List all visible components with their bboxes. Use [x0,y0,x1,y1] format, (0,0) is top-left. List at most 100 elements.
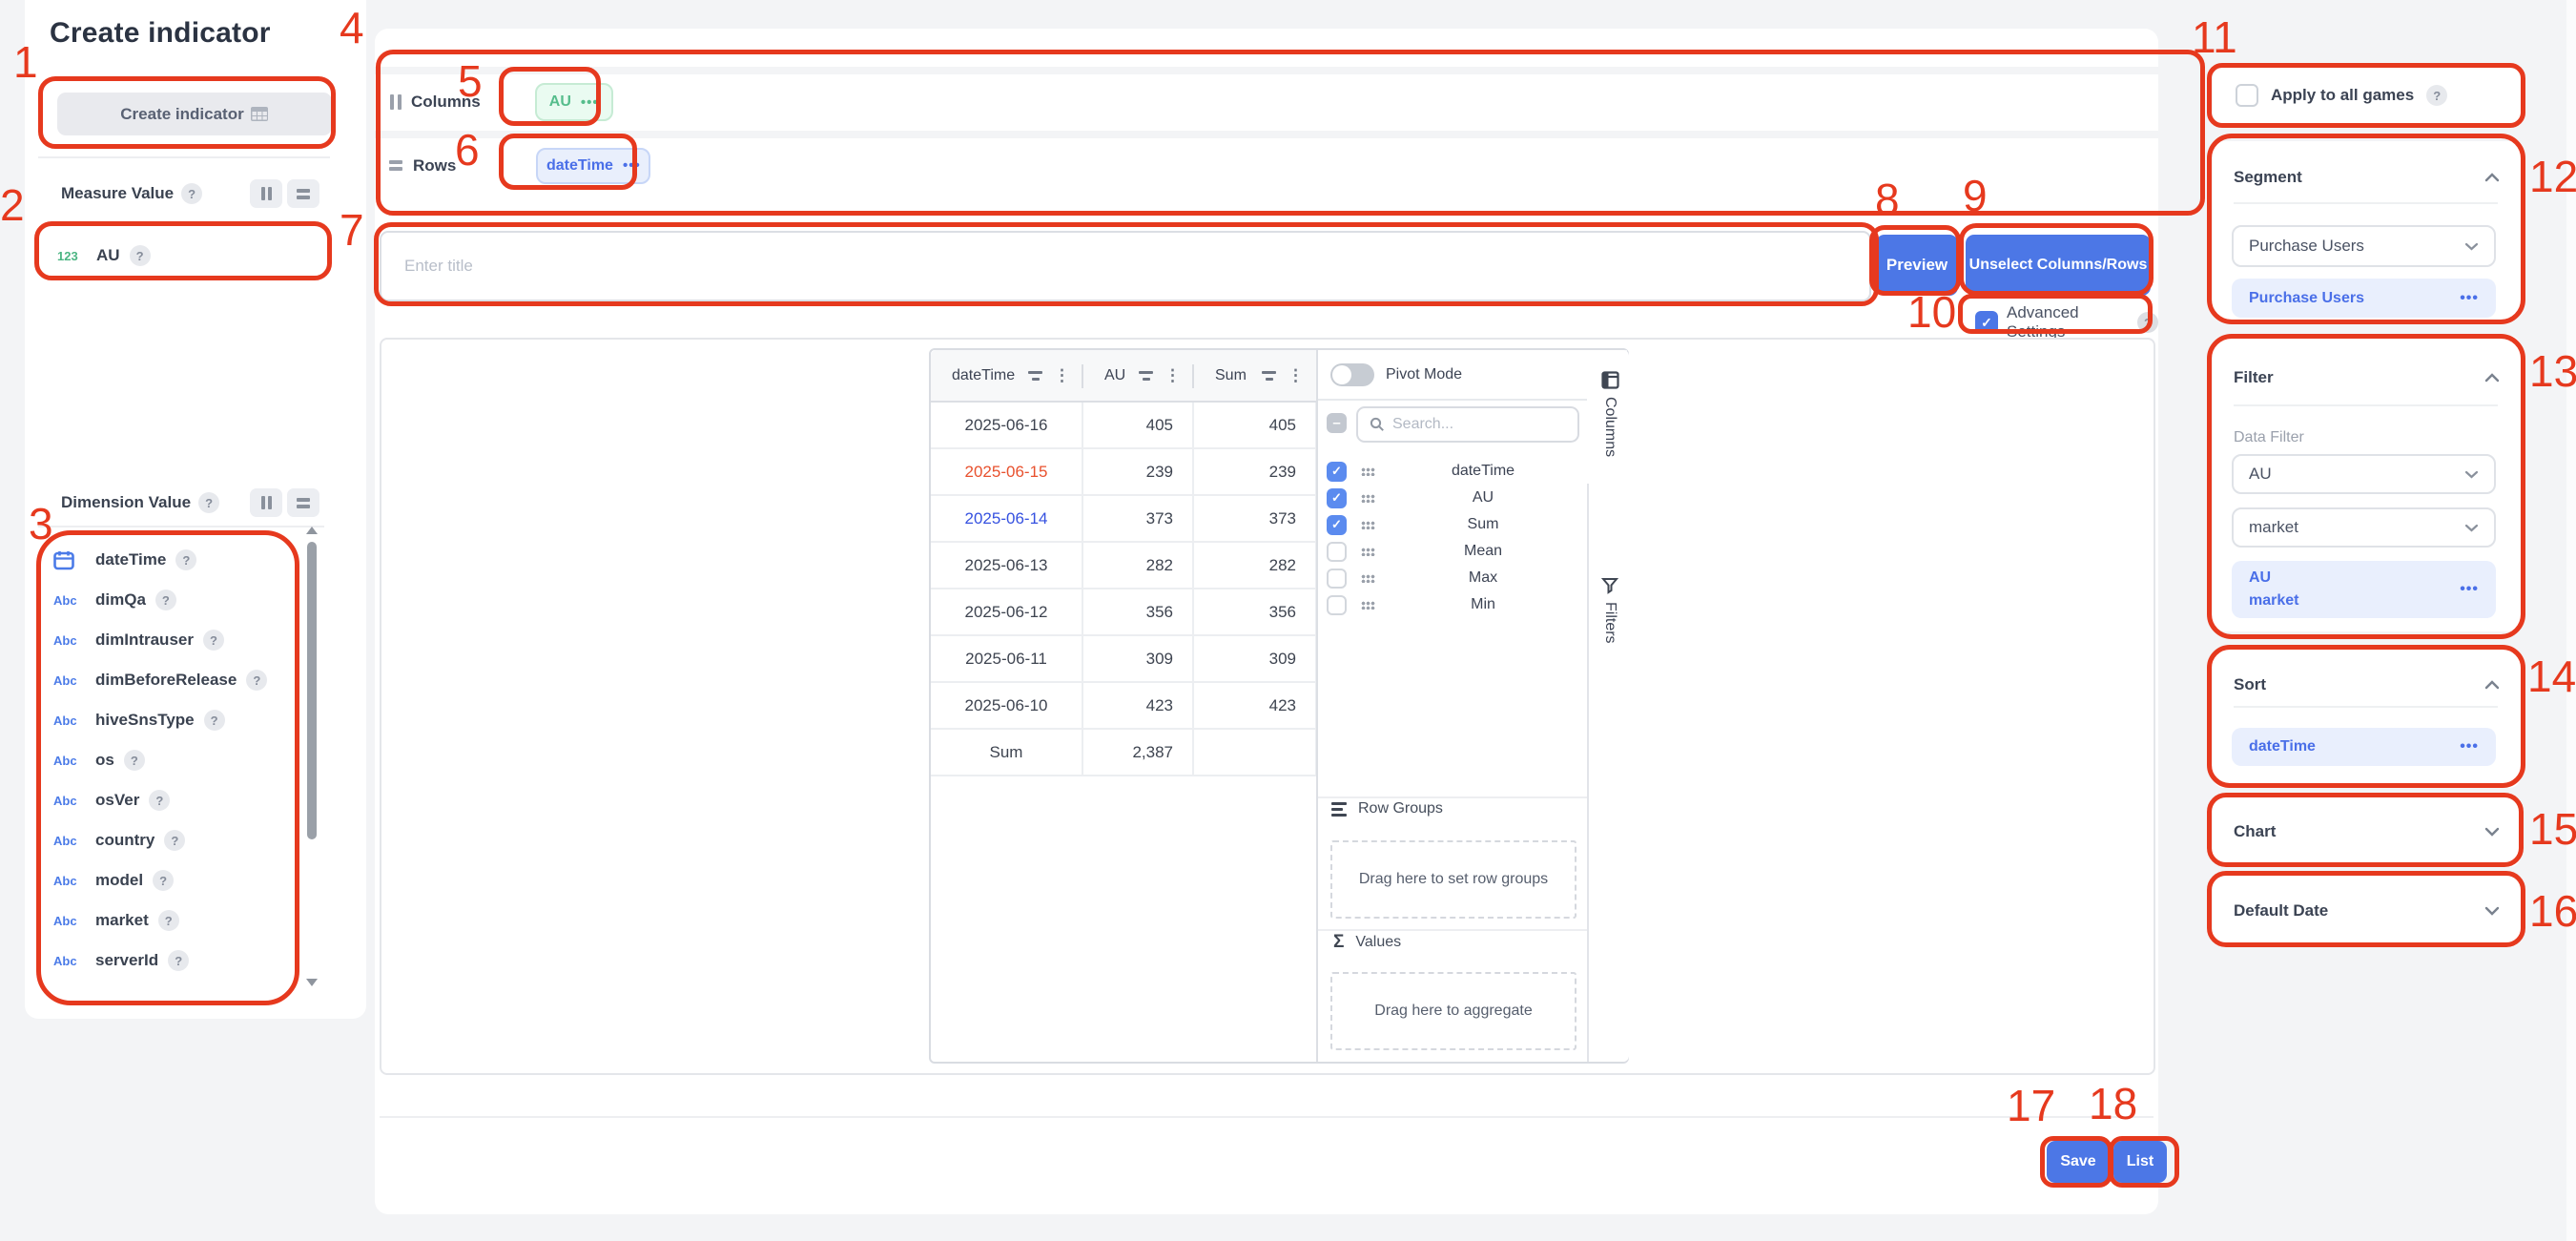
filter-chip[interactable]: AU market ••• [2232,561,2496,618]
create-indicator-button[interactable]: Create indicator [57,93,332,135]
indicator-title-input[interactable] [380,231,1871,301]
filter-select-market[interactable]: market [2232,507,2496,548]
dimension-item-market[interactable]: Abc market ? [53,900,179,941]
field-search-input[interactable] [1392,416,1566,433]
segment-chip[interactable]: Purchase Users ••• [2232,279,2496,318]
column-menu-icon[interactable]: ⋮ [1054,366,1070,385]
more-options-icon[interactable]: ••• [623,158,641,173]
field-checkbox[interactable]: ✓ [1327,488,1347,508]
pivot-field-Sum[interactable]: ✓Sum [1318,511,1589,538]
preview-button[interactable]: Preview [1876,235,1958,296]
drag-handle-icon[interactable] [1361,601,1375,610]
field-checkbox[interactable]: ✓ [1327,515,1347,535]
help-icon[interactable]: ? [155,589,176,610]
help-icon[interactable]: ? [158,910,179,931]
page-scrollbar-gutter[interactable] [2566,0,2576,1241]
help-icon[interactable]: ? [198,492,219,513]
page-title: Create indicator [50,17,271,50]
help-icon[interactable]: ? [246,670,267,691]
segment-select[interactable]: Purchase Users [2232,225,2496,267]
measure-column-view-button[interactable] [250,179,282,208]
help-icon[interactable]: ? [2426,85,2447,106]
help-icon[interactable]: ? [149,790,170,811]
filter-icon[interactable] [1139,371,1153,381]
help-icon[interactable]: ? [164,830,185,851]
select-all-fields-checkbox[interactable]: – [1327,413,1347,433]
drag-handle-icon[interactable] [1361,548,1375,556]
help-icon[interactable]: ? [204,710,225,731]
sort-chip[interactable]: dateTime ••• [2232,728,2496,766]
save-button[interactable]: Save [2047,1141,2110,1183]
list-button[interactable]: List [2113,1141,2167,1183]
drag-handle-icon[interactable] [1361,574,1375,583]
dimension-item-hiveSnsType[interactable]: Abc hiveSnsType ? [53,700,225,740]
dimension-item-dimBeforeRelease[interactable]: Abc dimBeforeRelease ? [53,660,267,700]
drag-handle-icon[interactable] [1361,521,1375,529]
measure-item-au[interactable]: 123 AU ? [57,235,151,277]
column-menu-icon[interactable]: ⋮ [1288,366,1304,385]
default-date-header[interactable]: Default Date [2234,901,2500,920]
columns-chip-au[interactable]: AU ••• [535,83,613,121]
help-icon[interactable]: ? [175,549,196,570]
grid-header-sum[interactable]: Sum ⋮ [1194,350,1317,401]
scrollbar-thumb[interactable] [307,542,317,839]
apply-all-games-checkbox[interactable] [2236,84,2258,107]
tab-columns[interactable]: Columns [1589,371,1631,457]
more-options-icon[interactable]: ••• [2460,290,2479,307]
measure-row-view-button[interactable] [287,179,319,208]
scroll-down-icon[interactable] [306,979,318,986]
filter-icon[interactable] [1028,371,1042,381]
help-icon[interactable]: ? [181,183,202,204]
pivot-field-Mean[interactable]: Mean [1318,538,1589,565]
column-menu-icon[interactable]: ⋮ [1164,366,1181,385]
dimension-row-view-button[interactable] [287,488,319,517]
dimension-item-model[interactable]: Abc model ? [53,860,174,900]
columns-view-icon [261,496,265,509]
dimension-value-label: Dimension Value [61,493,191,512]
pivot-field-AU[interactable]: ✓AU [1318,485,1589,511]
dimension-item-dateTime[interactable]: dateTime ? [53,540,196,580]
tab-filters[interactable]: Filters [1589,577,1631,644]
help-icon[interactable]: ? [168,950,189,971]
field-checkbox[interactable] [1327,569,1347,589]
field-checkbox[interactable] [1327,595,1347,615]
drag-handle-icon[interactable] [1361,467,1375,476]
help-icon[interactable]: ? [2137,312,2158,333]
grid-header-au[interactable]: AU ⋮ [1083,350,1194,401]
pivot-field-Max[interactable]: Max [1318,565,1589,591]
help-icon[interactable]: ? [203,630,224,651]
more-options-icon[interactable]: ••• [2460,738,2479,755]
help-icon[interactable]: ? [153,870,174,891]
sort-header[interactable]: Sort [2234,675,2500,694]
unselect-columns-rows-button[interactable]: Unselect Columns/Rows [1966,235,2151,296]
dimension-item-serverId[interactable]: Abc serverId ? [53,941,189,981]
advanced-settings-checkbox[interactable]: ✓ [1975,311,1998,334]
help-icon[interactable]: ? [130,245,151,266]
dimension-item-label: hiveSnsType [95,711,195,730]
more-options-icon[interactable]: ••• [2460,581,2479,598]
dimension-item-country[interactable]: Abc country ? [53,820,185,860]
scroll-up-icon[interactable] [306,527,318,534]
row-groups-drop-zone[interactable]: Drag here to set row groups [1330,840,1577,919]
field-checkbox[interactable] [1327,542,1347,562]
pivot-field-dateTime[interactable]: ✓dateTime [1318,458,1589,485]
more-options-icon[interactable]: ••• [581,95,599,110]
drag-handle-icon[interactable] [1361,494,1375,503]
dimension-column-view-button[interactable] [250,488,282,517]
segment-header[interactable]: Segment [2234,168,2500,187]
dimension-item-dimIntrauser[interactable]: Abc dimIntrauser ? [53,620,224,660]
help-icon[interactable]: ? [124,750,145,771]
dimension-item-osVer[interactable]: Abc osVer ? [53,780,170,820]
chart-header[interactable]: Chart [2234,822,2500,841]
rows-chip-datetime[interactable]: dateTime ••• [536,148,650,184]
pivot-field-Min[interactable]: Min [1318,591,1589,618]
filter-select-au[interactable]: AU [2232,454,2496,494]
pivot-mode-toggle[interactable] [1330,363,1374,386]
filter-icon[interactable] [1262,371,1276,381]
dimension-item-os[interactable]: Abc os ? [53,740,145,780]
values-drop-zone[interactable]: Drag here to aggregate [1330,972,1577,1050]
grid-header-datetime[interactable]: dateTime ⋮ [931,350,1083,401]
filter-header[interactable]: Filter [2234,368,2500,387]
dimension-item-dimQa[interactable]: Abc dimQa ? [53,580,176,620]
field-checkbox[interactable]: ✓ [1327,462,1347,482]
